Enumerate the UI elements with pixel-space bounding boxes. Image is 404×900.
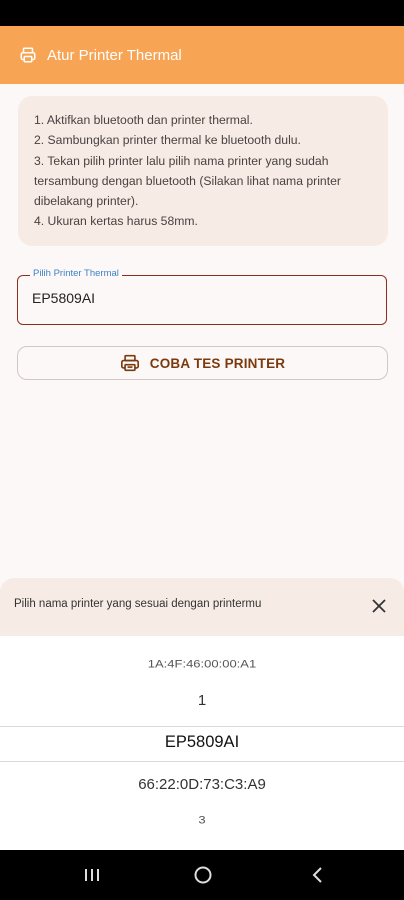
- page-title: Atur Printer Thermal: [47, 46, 182, 64]
- app-bar: Atur Printer Thermal: [0, 26, 404, 84]
- system-nav-bar: [0, 850, 404, 900]
- printer-icon: [120, 354, 140, 372]
- instruction-line: 1. Aktifkan bluetooth dan printer therma…: [34, 113, 253, 127]
- recents-icon[interactable]: [82, 865, 102, 885]
- picker-option[interactable]: 66:22:0D:73:C3:A9: [0, 776, 404, 793]
- instruction-line: dibelakang printer).: [34, 194, 139, 209]
- instruction-line: 4. Ukuran kertas harus 58mm.: [34, 214, 198, 229]
- close-icon[interactable]: [370, 597, 388, 615]
- picker-option[interactable]: 1: [0, 692, 404, 709]
- picker-option[interactable]: 3: [0, 813, 404, 826]
- instruction-line: tersambung dengan bluetooth (Silakan lih…: [34, 173, 341, 188]
- printer-select-field[interactable]: Pilih Printer Thermal EP5809AI: [17, 268, 387, 325]
- picker-option-selected[interactable]: EP5809AI: [0, 733, 404, 752]
- printer-icon: [18, 45, 38, 65]
- status-bar: [0, 0, 404, 26]
- printer-picker[interactable]: 1A:4F:46:00:00:A1 1 EP5809AI 66:22:0D:73…: [0, 636, 404, 850]
- picker-option[interactable]: 1A:4F:46:00:00:A1: [0, 657, 404, 670]
- printer-select-value: EP5809AI: [32, 290, 96, 306]
- bottom-sheet-header: Pilih nama printer yang sesuai dengan pr…: [0, 578, 404, 636]
- home-icon[interactable]: [192, 865, 214, 885]
- instruction-line: 2. Sambungkan printer thermal ke bluetoo…: [34, 133, 301, 148]
- printer-select-label: Pilih Printer Thermal: [30, 268, 122, 279]
- test-printer-button[interactable]: COBA TES PRINTER: [17, 346, 388, 380]
- instructions-card: 1. Aktifkan bluetooth dan printer therma…: [18, 96, 388, 246]
- back-icon[interactable]: [309, 865, 325, 885]
- instruction-line: 3. Tekan pilih printer lalu pilih nama p…: [34, 153, 329, 168]
- picker-fade-item: [0, 636, 404, 640]
- test-printer-label: COBA TES PRINTER: [149, 355, 286, 371]
- sheet-title: Pilih nama printer yang sesuai dengan pr…: [14, 598, 262, 610]
